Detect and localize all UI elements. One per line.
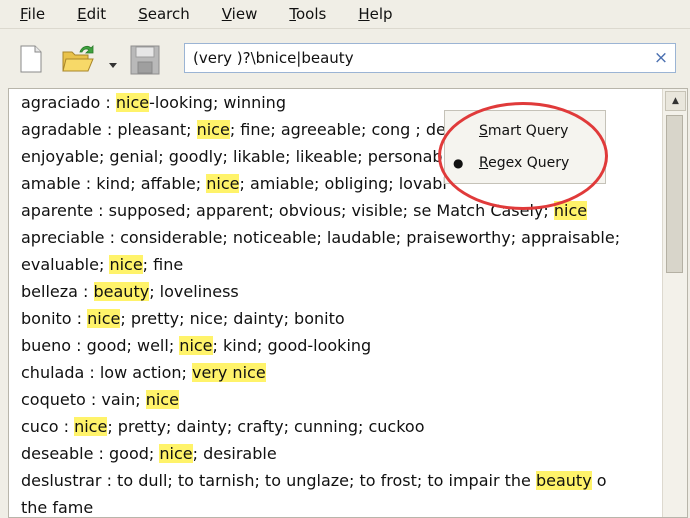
menu-item-smart-query[interactable]: Smart Query: [445, 117, 605, 145]
result-line[interactable]: the fame: [21, 494, 93, 517]
match-highlight: nice: [109, 255, 143, 274]
open-folder-icon[interactable]: [62, 43, 96, 73]
match-highlight: nice: [206, 174, 240, 193]
result-line[interactable]: enjoyable; genial; goodly; likable; like…: [21, 143, 443, 170]
match-highlight: nice: [553, 201, 588, 220]
result-line[interactable]: amable : kind; affable; nice; amiable; o…: [21, 170, 447, 197]
menu-view[interactable]: View: [204, 5, 272, 23]
result-line[interactable]: belleza : beauty; loveliness: [21, 278, 239, 305]
result-line[interactable]: agraciado : nice-looking; winning: [21, 89, 286, 116]
vertical-scrollbar[interactable]: ▲: [662, 89, 687, 517]
match-highlight: beauty: [535, 471, 592, 490]
save-disk-icon[interactable]: [130, 45, 160, 75]
menu-file[interactable]: File: [0, 5, 59, 23]
match-highlight: nice: [159, 444, 193, 463]
result-line[interactable]: deseable : good; nice; desirable: [21, 440, 277, 467]
toolbar: ×: [0, 28, 690, 87]
menu-edit[interactable]: Edit: [59, 5, 120, 23]
result-line[interactable]: bonito : nice; pretty; nice; dainty; bon…: [21, 305, 345, 332]
clear-search-button[interactable]: ×: [647, 45, 675, 71]
result-line[interactable]: chulada : low action; very nice: [21, 359, 266, 386]
result-line[interactable]: deslustrar : to dull; to tarnish; to ung…: [21, 467, 607, 494]
match-highlight: nice: [87, 309, 121, 328]
query-mode-menu: Smart Query ● Regex Query: [444, 110, 606, 184]
new-document-icon[interactable]: [20, 45, 42, 73]
menu-help[interactable]: Help: [340, 5, 406, 23]
match-highlight: nice: [74, 417, 108, 436]
search-input[interactable]: [185, 45, 647, 71]
result-line[interactable]: coqueto : vain; nice: [21, 386, 179, 413]
result-line[interactable]: cuco : nice; pretty; dainty; crafty; cun…: [21, 413, 424, 440]
arrow-up-icon: ▲: [672, 96, 679, 106]
match-highlight: very nice: [191, 363, 266, 382]
close-icon: ×: [653, 48, 669, 68]
menu-bar: File Edit Search View Tools Help: [0, 0, 690, 28]
scroll-up-button[interactable]: ▲: [665, 91, 686, 111]
match-highlight: beauty: [93, 282, 150, 301]
chevron-down-icon[interactable]: [108, 55, 118, 68]
result-line[interactable]: evaluable; nice; fine: [21, 251, 183, 278]
radio-bullet-icon: ●: [453, 156, 464, 170]
match-highlight: nice: [179, 336, 213, 355]
match-highlight: nice: [145, 390, 179, 409]
match-highlight: nice: [115, 93, 150, 112]
search-box: ×: [184, 43, 676, 73]
result-line[interactable]: aparente : supposed; apparent; obvious; …: [21, 197, 588, 224]
scroll-thumb[interactable]: [666, 115, 683, 273]
result-line[interactable]: bueno : good; well; nice; kind; good-loo…: [21, 332, 371, 359]
menu-tools[interactable]: Tools: [271, 5, 340, 23]
menu-item-regex-query[interactable]: ● Regex Query: [445, 149, 605, 177]
menu-search[interactable]: Search: [120, 5, 204, 23]
result-line[interactable]: apreciable : considerable; noticeable; l…: [21, 224, 620, 251]
match-highlight: nice: [196, 120, 230, 139]
result-line[interactable]: agradable : pleasant; nice; fine; agreea…: [21, 116, 481, 143]
